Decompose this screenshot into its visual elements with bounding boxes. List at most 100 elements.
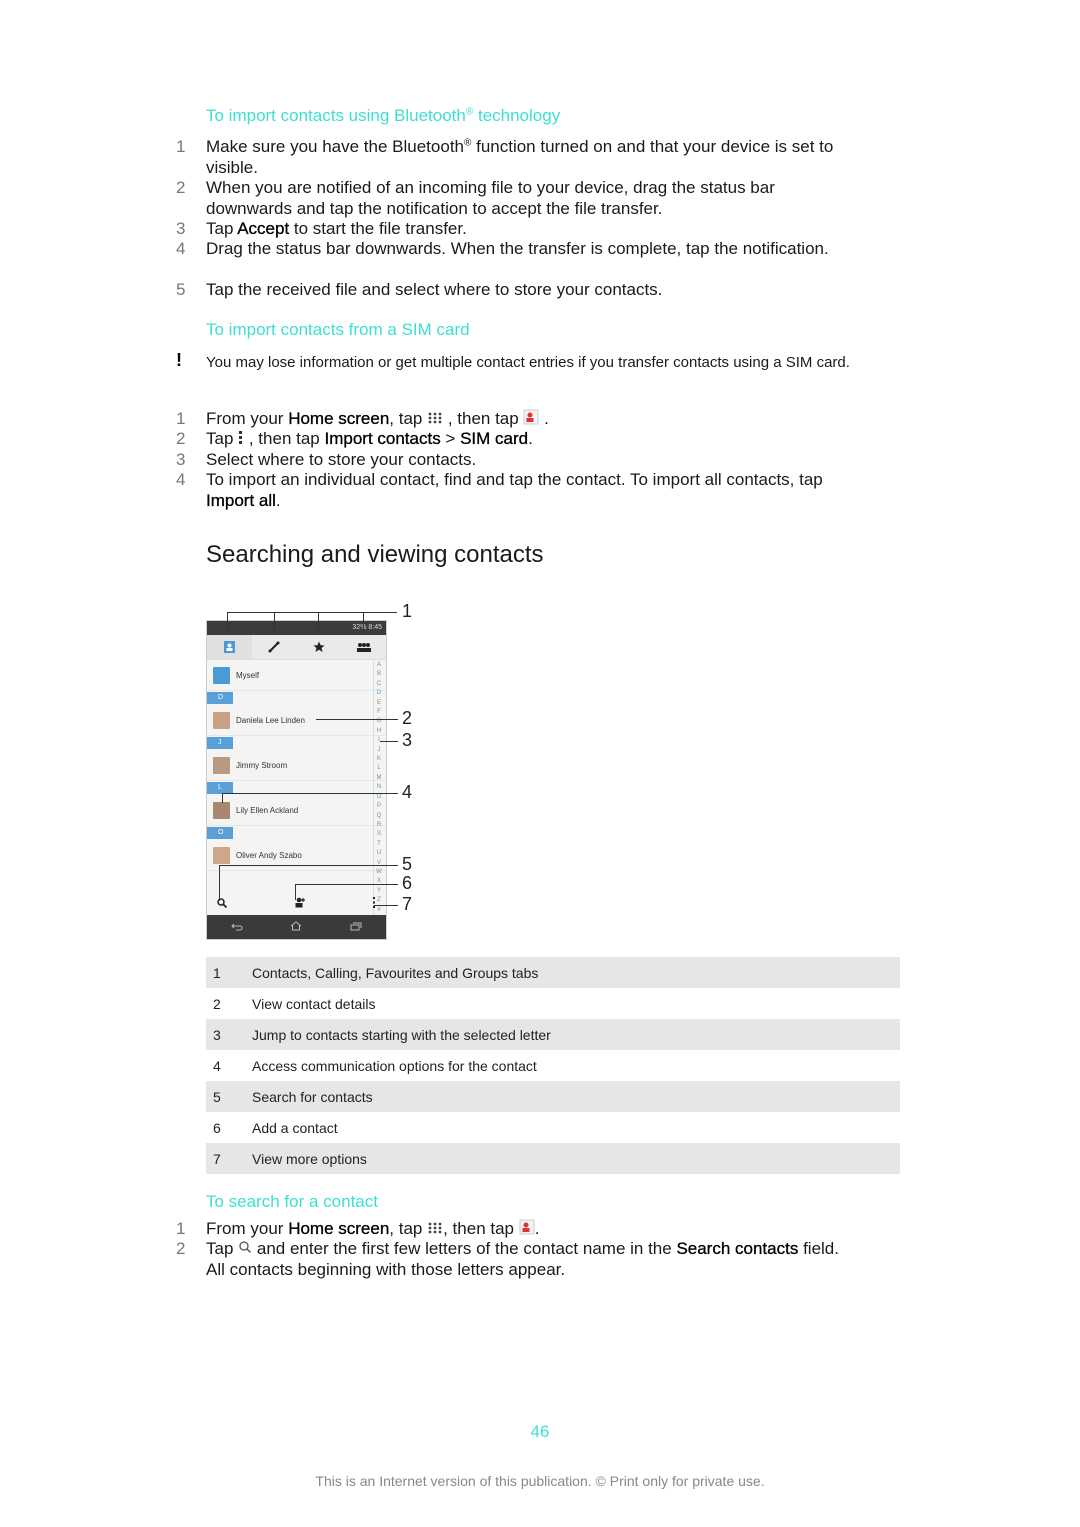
home-icon[interactable] bbox=[290, 918, 302, 936]
letter-header: O bbox=[207, 826, 386, 840]
index-letter[interactable]: B bbox=[374, 670, 384, 679]
index-letter[interactable]: C bbox=[374, 680, 384, 689]
callout-line-6 bbox=[295, 884, 398, 885]
index-letter[interactable]: O bbox=[374, 793, 384, 802]
contact-row[interactable]: Myself bbox=[207, 660, 386, 691]
phone-screenshot: 32% 8:45 Myself D Daniela Lee Linden J J… bbox=[206, 620, 387, 940]
callout-line-5a bbox=[219, 865, 220, 901]
alphabet-index[interactable]: A B C D E F G H I J K L M N O P Q R S T U V W X Y Z # bbox=[373, 661, 384, 915]
sim-step-3: 3 Select where to store your contacts. bbox=[176, 450, 477, 469]
callout-line-7 bbox=[374, 905, 398, 906]
heading-import-sim: To import contacts from a SIM card bbox=[206, 320, 470, 339]
contact-list: Myself D Daniela Lee Linden J Jimmy Stro… bbox=[207, 660, 386, 871]
callout-line-6a bbox=[295, 884, 296, 900]
index-letter[interactable]: T bbox=[374, 840, 384, 849]
sim-step-4: 4 To import an individual contact, find a… bbox=[176, 470, 823, 510]
groups-icon bbox=[356, 642, 371, 652]
table-row: 1 Contacts, Calling, Favourites and Group… bbox=[206, 957, 900, 988]
index-letter[interactable]: Q bbox=[374, 812, 384, 821]
contact-row[interactable]: Lily Ellen Ackland bbox=[207, 795, 386, 826]
index-letter[interactable]: M bbox=[374, 774, 384, 783]
callout-line-2 bbox=[316, 719, 398, 720]
warning-icon: ! bbox=[176, 350, 182, 370]
page-number: 46 bbox=[530, 1422, 550, 1441]
index-letter[interactable]: E bbox=[374, 699, 384, 708]
index-letter[interactable]: F bbox=[374, 708, 384, 717]
contact-row[interactable]: Oliver Andy Szabo bbox=[207, 840, 386, 871]
letter-header: J bbox=[207, 736, 386, 750]
apps-grid-icon bbox=[427, 1220, 443, 1241]
table-row: 4 Access communication options for the co… bbox=[213, 1057, 537, 1074]
callout-line-4 bbox=[222, 793, 398, 794]
index-letter[interactable]: S bbox=[374, 830, 384, 839]
index-letter[interactable]: P bbox=[374, 802, 384, 811]
bt-step-1: 1 Make sure you have the Bluetooth® funct… bbox=[176, 137, 834, 177]
contact-row[interactable]: Daniela Lee Linden bbox=[207, 705, 386, 736]
callout-line-1d bbox=[363, 612, 364, 632]
sim-step-1: 1 From your Home screen, tap , then tap . bbox=[176, 409, 856, 431]
warning-note: ! You may lose information or get multipl… bbox=[176, 350, 850, 372]
bt-step-4: 4 Drag the status bar downwards. When the… bbox=[176, 239, 829, 258]
contacts-tab-icon bbox=[223, 641, 235, 653]
search-step-2: 2 Tap and enter the first few letters of … bbox=[176, 1239, 839, 1279]
index-letter[interactable]: K bbox=[374, 755, 384, 764]
tab-favourites[interactable] bbox=[297, 635, 342, 659]
star-icon bbox=[313, 641, 325, 652]
recent-apps-icon[interactable] bbox=[350, 918, 362, 936]
table-row: 5 Search for contacts bbox=[206, 1081, 900, 1112]
tab-groups[interactable] bbox=[341, 635, 386, 659]
heading-search-contact: To search for a contact bbox=[206, 1192, 378, 1211]
callout-6: 6 bbox=[402, 873, 413, 893]
back-icon[interactable] bbox=[231, 918, 243, 936]
bt-step-5: 5 Tap the received file and select where … bbox=[176, 280, 663, 299]
index-letter[interactable]: L bbox=[374, 764, 384, 773]
action-bar bbox=[207, 893, 386, 915]
footer-note: This is an Internet version of this publ… bbox=[315, 1473, 765, 1489]
index-letter[interactable]: V bbox=[374, 859, 384, 868]
search-step-1: 1 From your Home screen, tap , then tap . bbox=[176, 1219, 856, 1241]
callout-key-table: 1 Contacts, Calling, Favourites and Group… bbox=[206, 957, 900, 1174]
callout-3: 3 bbox=[402, 730, 413, 750]
avatar bbox=[213, 756, 230, 774]
apps-grid-icon bbox=[427, 410, 443, 431]
contacts-app-icon bbox=[519, 1219, 535, 1241]
callout-line-3 bbox=[380, 741, 398, 742]
status-bar: 32% 8:45 bbox=[207, 621, 386, 635]
index-letter[interactable]: W bbox=[374, 868, 384, 877]
index-letter[interactable]: J bbox=[374, 746, 384, 755]
callout-7: 7 bbox=[402, 894, 413, 914]
more-options-icon[interactable] bbox=[372, 895, 376, 913]
tab-calling[interactable] bbox=[252, 635, 297, 659]
avatar bbox=[213, 846, 230, 864]
contacts-app-icon bbox=[523, 409, 539, 431]
callout-2: 2 bbox=[402, 708, 413, 728]
index-letter[interactable]: D bbox=[374, 689, 384, 698]
callout-5: 5 bbox=[402, 854, 413, 874]
section-title: Searching and viewing contacts bbox=[206, 541, 544, 568]
avatar bbox=[213, 666, 230, 684]
table-row: 2 View contact details bbox=[213, 995, 376, 1012]
callout-line-1 bbox=[227, 612, 397, 613]
letter-header: D bbox=[207, 691, 386, 705]
callout-4: 4 bbox=[402, 782, 413, 802]
index-letter[interactable]: A bbox=[374, 661, 384, 670]
tab-contacts[interactable] bbox=[207, 635, 252, 659]
index-letter[interactable]: X bbox=[374, 877, 384, 886]
callout-line-4a bbox=[222, 793, 223, 803]
callout-line-1c bbox=[318, 612, 319, 632]
avatar bbox=[213, 711, 230, 729]
index-letter[interactable]: N bbox=[374, 783, 384, 792]
table-row: 3 Jump to contacts starting with the sele… bbox=[206, 1019, 900, 1050]
contact-row[interactable]: Jimmy Stroom bbox=[207, 750, 386, 781]
avatar bbox=[213, 801, 230, 819]
index-letter[interactable]: R bbox=[374, 821, 384, 830]
bt-step-3: 3 Tap Accept to start the file transfer. bbox=[176, 219, 467, 238]
callout-line-1b bbox=[274, 612, 275, 632]
bt-step-2: 2 When you are notified of an incoming fi… bbox=[176, 178, 775, 218]
search-icon bbox=[238, 1239, 252, 1260]
navigation-bar bbox=[207, 915, 386, 939]
index-letter[interactable]: U bbox=[374, 849, 384, 858]
callout-line-1a bbox=[227, 612, 228, 632]
phone-icon bbox=[268, 641, 280, 653]
index-letter[interactable]: H bbox=[374, 727, 384, 736]
